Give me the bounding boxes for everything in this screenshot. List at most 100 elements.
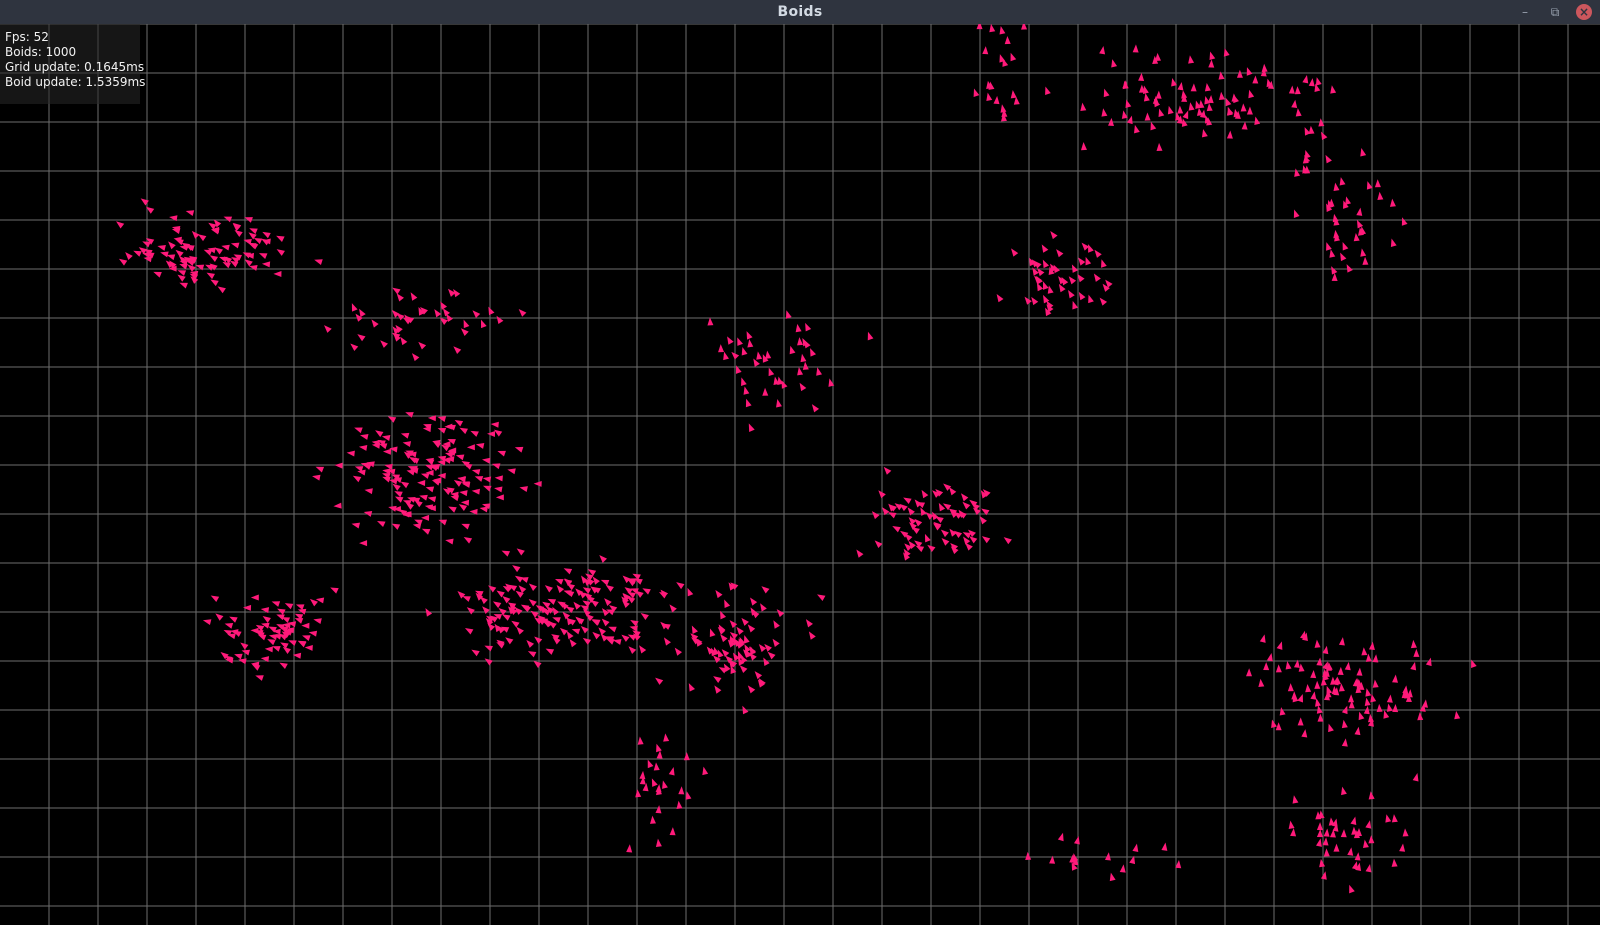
boid [1143, 85, 1149, 95]
boid [741, 617, 749, 626]
boid [552, 606, 560, 616]
boid [458, 504, 468, 511]
boid [639, 645, 647, 654]
boid [1218, 91, 1225, 101]
boid [495, 494, 504, 501]
boid [802, 361, 809, 370]
boid [261, 261, 271, 268]
boid [817, 594, 826, 601]
boid [748, 423, 755, 432]
boid [209, 255, 219, 262]
boid [941, 538, 950, 546]
boid [1056, 249, 1064, 258]
boid [177, 274, 186, 282]
boid [195, 264, 205, 271]
boid [242, 252, 252, 259]
boid [461, 523, 470, 530]
boid [1061, 277, 1069, 286]
boid [1177, 105, 1184, 114]
boid [1345, 196, 1352, 205]
boid [762, 387, 769, 396]
boid [466, 607, 475, 615]
boid [462, 596, 471, 602]
boid [351, 303, 358, 312]
boid [724, 599, 731, 609]
boid [765, 350, 772, 359]
boid [1279, 707, 1286, 716]
boid [234, 653, 243, 660]
boid [206, 272, 215, 280]
boid [743, 386, 750, 395]
boid [309, 598, 319, 607]
boid [417, 479, 426, 486]
restore-icon[interactable]: ⧉ [1546, 3, 1564, 21]
boid [1342, 242, 1349, 251]
boid [463, 463, 473, 470]
title-bar[interactable]: Boids – ⧉ × [0, 0, 1600, 24]
boid [1068, 289, 1075, 299]
boid [223, 216, 233, 223]
boid [989, 24, 996, 33]
boid [1078, 291, 1086, 301]
boid [856, 549, 864, 558]
minimize-icon[interactable]: – [1516, 3, 1534, 21]
boid [410, 292, 418, 301]
boid [924, 533, 931, 543]
boid [1188, 55, 1195, 64]
boid [1319, 858, 1326, 868]
boid [608, 626, 617, 633]
boid [1364, 697, 1371, 707]
simulation-canvas[interactable] [0, 24, 1600, 925]
boid [482, 476, 492, 483]
boid [350, 343, 359, 352]
boid [402, 441, 412, 447]
boid [1413, 648, 1420, 657]
boid [1119, 864, 1126, 873]
boid [171, 228, 181, 234]
boid [754, 671, 763, 680]
boid [559, 627, 568, 636]
boid [1417, 712, 1424, 721]
boid [357, 334, 366, 342]
boid [1323, 828, 1330, 837]
boid [507, 468, 516, 475]
boid [276, 249, 285, 256]
boid [304, 644, 313, 651]
boid [324, 325, 332, 333]
boid [746, 331, 753, 340]
boid [502, 614, 511, 621]
boid [799, 382, 807, 392]
boid [1011, 248, 1019, 257]
boid [427, 496, 437, 503]
boid [915, 545, 925, 553]
boid [1356, 219, 1364, 229]
boid [490, 421, 499, 428]
boid [1350, 816, 1357, 826]
boid [563, 568, 573, 575]
boid [1399, 843, 1406, 852]
boid [179, 244, 188, 251]
boid [276, 235, 285, 242]
boid [1042, 259, 1050, 269]
boid [1099, 46, 1106, 55]
boid [1308, 125, 1315, 134]
boid [377, 521, 386, 528]
boid [1252, 75, 1259, 84]
boid [903, 497, 912, 505]
boid [1246, 67, 1253, 76]
boid [1297, 717, 1304, 726]
boid [1150, 121, 1157, 131]
boid [571, 628, 581, 635]
boid [669, 827, 676, 836]
boid [410, 457, 420, 465]
boid [647, 759, 654, 769]
close-icon[interactable]: × [1576, 4, 1592, 20]
boid [973, 88, 980, 98]
boid [962, 501, 971, 510]
boid [1248, 89, 1255, 99]
boid [1333, 843, 1340, 852]
boid [153, 271, 162, 278]
boid [1263, 662, 1270, 671]
boid [678, 786, 685, 795]
boid [471, 488, 481, 495]
